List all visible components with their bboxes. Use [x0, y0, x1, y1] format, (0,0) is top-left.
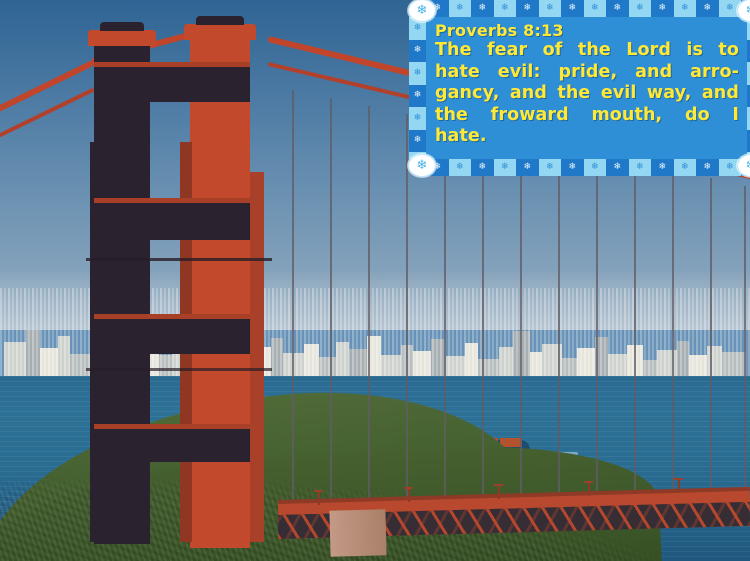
- snowflake-icon: ❄: [493, 0, 516, 17]
- snowflake-icon: ❄: [696, 159, 719, 176]
- snowflake-icon: ❄: [561, 159, 584, 176]
- snowflake-icon: ❄: [538, 159, 561, 176]
- verse-reference: Proverbs 8:13: [435, 21, 564, 40]
- desktop-wallpaper-screen: ❄ ❄ ❄ ❄ ❄ ❄ ❄ ❄ ❄ ❄ ❄ ❄ ❄ ❄ ❄ ❄ ❄ ❄ ❄ ❄ …: [0, 0, 750, 561]
- snowflake-icon: ❄: [696, 0, 719, 17]
- deck-pier: [329, 509, 387, 557]
- snowflake-icon: ❄: [628, 0, 651, 17]
- snowflake-icon: ❄: [673, 159, 696, 176]
- verse-border-bottom: ❄ ❄ ❄ ❄ ❄ ❄ ❄ ❄ ❄ ❄ ❄ ❄ ❄ ❄ ❄: [426, 159, 747, 176]
- snowflake-icon: ❄: [493, 159, 516, 176]
- snowflake-icon: ❄: [628, 159, 651, 176]
- snowflake-icon: ❄: [409, 107, 426, 130]
- snowflake-icon: ❄: [516, 0, 539, 17]
- snowflake-icon: ❄: [448, 159, 471, 176]
- verse-border-top: ❄ ❄ ❄ ❄ ❄ ❄ ❄ ❄ ❄ ❄ ❄ ❄ ❄ ❄ ❄: [426, 0, 747, 17]
- scripture-verse-box: ❄ ❄ ❄ ❄ ❄ ❄ ❄ ❄ ❄ ❄ ❄ ❄ ❄ ❄ ❄ ❄ ❄ ❄ ❄ ❄ …: [408, 0, 750, 177]
- snowflake-icon: ❄: [538, 0, 561, 17]
- snowflake-icon: ❄: [409, 39, 426, 62]
- bridge-tower: [80, 16, 272, 561]
- verse-line: hate.: [435, 126, 487, 146]
- snowflake-icon: ❄: [409, 129, 426, 152]
- verse-line: gancy, and the evil way, and: [435, 83, 739, 103]
- snowflake-icon: ❄: [471, 159, 494, 176]
- snowflake-icon: ❄: [409, 62, 426, 85]
- verse-border-left: ❄ ❄ ❄ ❄ ❄ ❄ ❄: [409, 17, 426, 159]
- verse-body: The fear of the Lord is to hate evil: pr…: [435, 40, 739, 148]
- verse-line: The fear of the Lord is to: [435, 40, 739, 60]
- snowflake-icon: ❄: [409, 84, 426, 107]
- snowflake-icon: ❄: [583, 159, 606, 176]
- verse-text-area: Proverbs 8:13 The fear of the Lord is to…: [426, 17, 747, 159]
- snowflake-icon: ❄: [606, 159, 629, 176]
- snowflake-icon: ❄: [583, 0, 606, 17]
- verse-line: hate evil: pride, and arro-: [435, 61, 739, 82]
- snowflake-icon: ❄: [606, 0, 629, 17]
- verse-line: the froward mouth, do I: [435, 104, 739, 125]
- snowflake-icon: ❄: [673, 0, 696, 17]
- snowflake-icon: ❄: [651, 159, 674, 176]
- snowflake-icon: ❄: [516, 159, 539, 176]
- snowflake-icon: ❄: [448, 0, 471, 17]
- snowflake-icon: ❄: [471, 0, 494, 17]
- snowflake-icon: ❄: [561, 0, 584, 17]
- snowflake-icon: ❄: [651, 0, 674, 17]
